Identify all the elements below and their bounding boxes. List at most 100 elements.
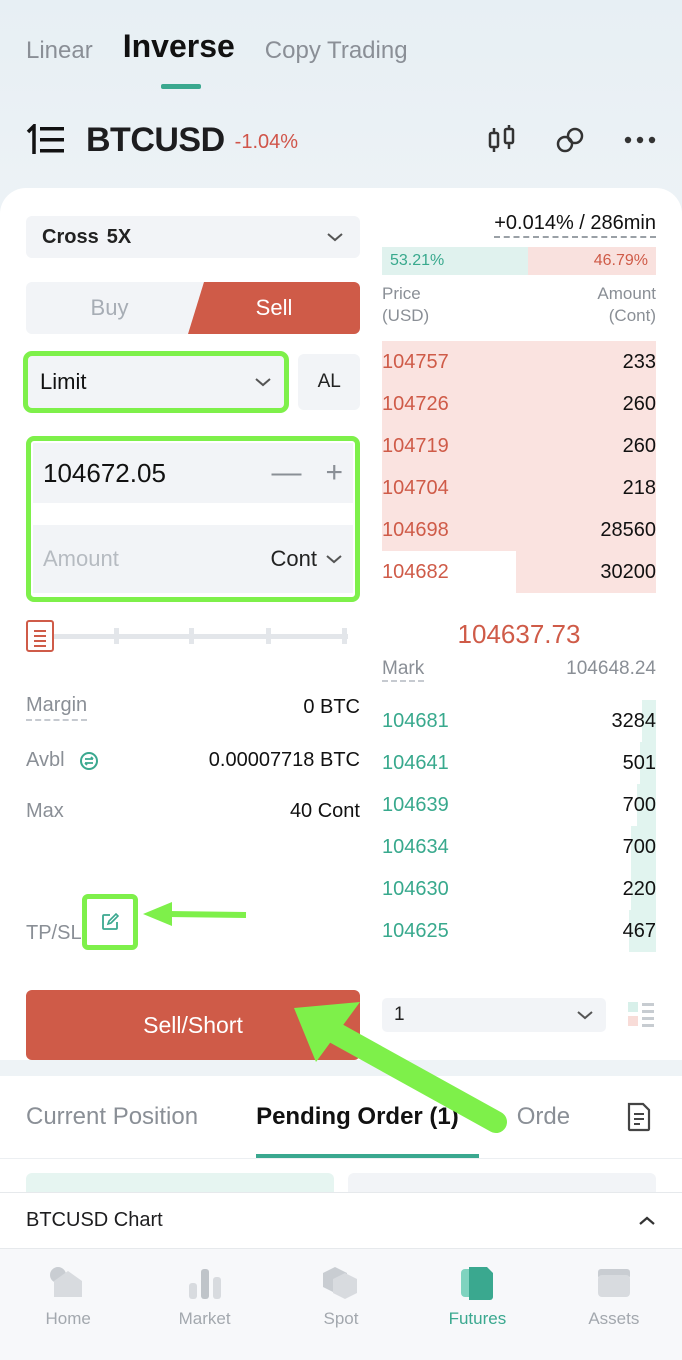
order-book-footer: 1 [382, 998, 656, 1032]
tab-linear[interactable]: Linear [26, 37, 93, 65]
nav-futures-label: Futures [448, 1309, 507, 1328]
trade-panel: Cross 5X Buy Sell Limit AL 104672.05 — + [0, 188, 682, 1060]
nav-market[interactable]: Market [136, 1249, 272, 1360]
buy-tab[interactable]: Buy [26, 282, 193, 334]
position-tabs: Current Position Pending Order (1) Orde [0, 1076, 682, 1158]
decrease-price-button[interactable]: — [271, 456, 301, 490]
candlestick-chart-icon[interactable] [488, 125, 516, 155]
price-input[interactable]: 104672.05 — + [33, 443, 353, 503]
tab-pending-order[interactable]: Pending Order (1) [256, 1076, 479, 1158]
price-value: 104672.05 [43, 457, 166, 488]
nav-market-label: Market [178, 1309, 231, 1328]
futures-icon [461, 1267, 494, 1300]
bid-price: 104630 [382, 877, 449, 900]
chevron-down-icon [327, 233, 343, 242]
ask-row[interactable]: 104726 260 [382, 383, 656, 425]
price-header: Price [382, 284, 421, 303]
al-button[interactable]: AL [298, 354, 360, 410]
spot-icon [323, 1267, 358, 1299]
amount-input[interactable]: Amount Cont [33, 525, 353, 593]
leverage: 5X [106, 225, 132, 248]
order-inputs: 104672.05 — + Amount Cont [26, 436, 360, 602]
mark-label: Mark [382, 658, 425, 682]
ask-row[interactable]: 104719 260 [382, 425, 656, 467]
bid-quantity: 700 [622, 835, 656, 858]
bid-row[interactable]: 104625 467 [382, 910, 656, 952]
margin-label: Margin [26, 694, 88, 721]
chart-toggle-bar[interactable]: BTCUSD Chart [0, 1192, 682, 1248]
bid-quantity: 467 [622, 919, 656, 942]
bid-quantity: 220 [622, 877, 656, 900]
wallet-icon [597, 1269, 630, 1297]
tab-current-position[interactable]: Current Position [26, 1076, 198, 1158]
slider-handle[interactable] [26, 620, 54, 652]
bid-row[interactable]: 104639 700 [382, 784, 656, 826]
order-book: +0.014% / 286min 53.21% 46.79% Price (US… [382, 212, 656, 952]
nav-assets-label: Assets [588, 1309, 640, 1328]
price-step-value: 1 [394, 1004, 405, 1025]
max-label: Max [26, 800, 64, 822]
order-type-select[interactable]: Limit [22, 351, 290, 413]
nav-home[interactable]: Home [0, 1249, 136, 1360]
amount-slider[interactable] [26, 620, 360, 654]
more-icon[interactable] [624, 136, 656, 144]
order-book-header: Price (USD) Amount (Cont) [382, 283, 656, 327]
buy-ratio: 53.21% [382, 247, 528, 275]
ask-row[interactable]: 104757 233 [382, 341, 656, 383]
bid-row[interactable]: 104630 220 [382, 868, 656, 910]
margin-mode: Cross [42, 225, 99, 248]
bid-price: 104625 [382, 919, 449, 942]
amount-unit: Cont [270, 546, 317, 571]
ask-price: 104757 [382, 350, 449, 373]
order-type-value: Limit [40, 369, 87, 394]
tpsl-edit-button[interactable] [82, 894, 138, 950]
symbol-name[interactable]: BTCUSD [86, 121, 225, 160]
max-value: 40 Cont [289, 800, 360, 822]
tpsl-label: TP/SL [26, 922, 82, 944]
sell-ratio: 46.79% [527, 247, 656, 275]
ask-quantity: 233 [622, 350, 656, 373]
sell-tab[interactable]: Sell [188, 282, 360, 334]
chevron-down-icon [326, 555, 342, 564]
margin-value: 0 BTC [303, 696, 360, 718]
tab-orders[interactable]: Orde [517, 1076, 570, 1158]
order-history-icon[interactable] [626, 1102, 652, 1132]
contract-type-tabs: Linear Inverse Copy Trading [26, 28, 438, 89]
ask-quantity: 30200 [600, 560, 656, 583]
increase-price-button[interactable]: + [325, 456, 343, 490]
bid-rows: 104681 3284 104641 501 104639 700 104634 700 104… [382, 700, 656, 952]
bid-quantity: 700 [622, 793, 656, 816]
last-price[interactable]: 104637.73 [382, 619, 656, 650]
chevron-down-icon [255, 378, 272, 387]
bid-row[interactable]: 104681 3284 [382, 700, 656, 742]
nav-spot-label: Spot [323, 1309, 359, 1328]
ask-row[interactable]: 104698 28560 [382, 509, 656, 551]
mark-price-row: Mark 104648.24 [382, 658, 656, 682]
ask-price: 104719 [382, 434, 449, 457]
funding-rate[interactable]: +0.014% / 286min [494, 212, 656, 238]
pending-order-list [0, 1158, 682, 1195]
nav-assets[interactable]: Assets [546, 1249, 682, 1360]
bid-row[interactable]: 104641 501 [382, 742, 656, 784]
ask-row[interactable]: 104682 30200 [382, 551, 656, 593]
nav-futures[interactable]: Futures [409, 1249, 545, 1360]
bid-row[interactable]: 104634 700 [382, 826, 656, 868]
nav-spot[interactable]: Spot [273, 1249, 409, 1360]
tab-copy-trading[interactable]: Copy Trading [265, 37, 408, 65]
amount-unit-select[interactable]: Cont [271, 546, 343, 572]
price-change: -1.04% [234, 130, 299, 153]
bid-price: 104634 [382, 835, 449, 858]
link-icon[interactable] [556, 126, 584, 154]
price-step-select[interactable]: 1 [382, 998, 606, 1032]
symbol-list-icon[interactable] [26, 124, 66, 156]
margin-leverage-select[interactable]: Cross 5X [26, 216, 360, 258]
book-layout-icon[interactable] [626, 1000, 656, 1030]
tab-inverse[interactable]: Inverse [123, 28, 235, 89]
tpsl-row: TP/SL [26, 894, 138, 950]
amount-header: Amount [597, 284, 656, 303]
ask-price: 104698 [382, 518, 449, 541]
mark-price: 104648.24 [566, 658, 656, 679]
transfer-icon[interactable] [79, 751, 99, 771]
ask-row[interactable]: 104704 218 [382, 467, 656, 509]
sell-short-button[interactable]: Sell/Short [26, 990, 360, 1060]
